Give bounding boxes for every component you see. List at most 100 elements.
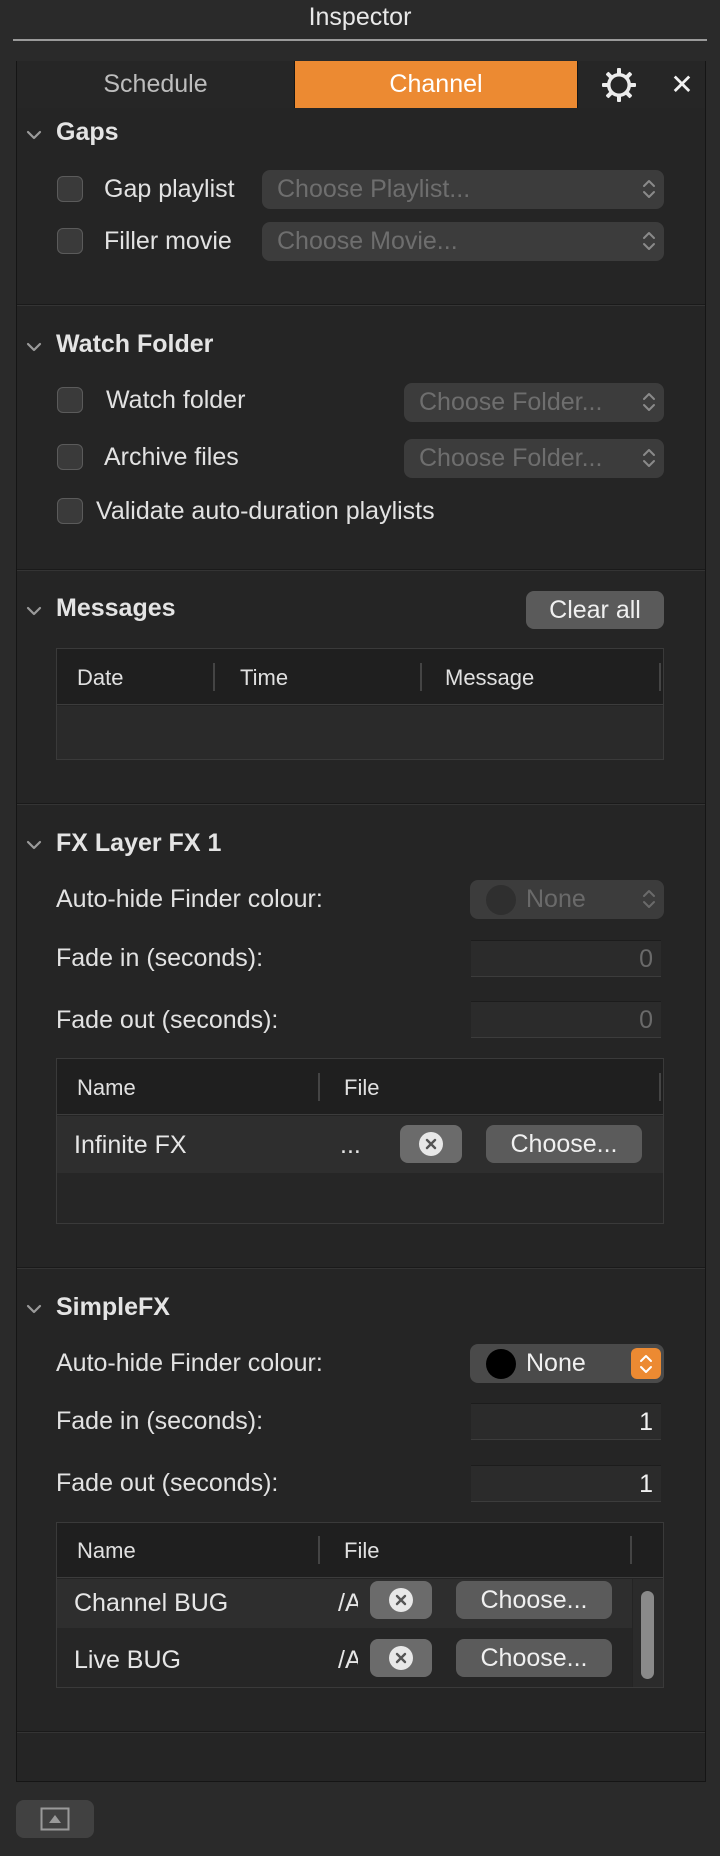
up-down-arrows-icon	[643, 449, 655, 467]
fx1-autohide-select[interactable]: None	[470, 880, 664, 919]
simplefx-row-name: Channel BUG	[74, 1589, 229, 1617]
clear-all-button[interactable]: Clear all	[526, 591, 664, 629]
settings-button[interactable]	[577, 61, 659, 108]
validate-playlists-checkbox[interactable]	[57, 498, 83, 524]
simplefx-fade-out-label: Fade out (seconds):	[56, 1469, 279, 1497]
up-down-arrows-icon	[640, 1355, 652, 1373]
tab-channel[interactable]: Channel	[295, 61, 577, 108]
chevron-down-icon[interactable]	[24, 125, 44, 145]
section-divider	[17, 1267, 705, 1269]
eject-icon	[40, 1807, 70, 1831]
gap-playlist-checkbox[interactable]	[57, 176, 83, 202]
fx1-autohide-label: Auto-hide Finder colour:	[56, 885, 323, 913]
color-swatch	[486, 1349, 516, 1379]
chevron-down-icon[interactable]	[24, 601, 44, 621]
watch-folder-label: Watch folder	[106, 386, 246, 414]
filler-movie-checkbox[interactable]	[57, 228, 83, 254]
scrollbar-thumb[interactable]	[641, 1591, 654, 1679]
section-title-gaps: Gaps	[56, 118, 119, 146]
simplefx-autohide-label: Auto-hide Finder colour:	[56, 1349, 323, 1377]
filler-movie-select[interactable]: Choose Movie...	[262, 222, 664, 261]
tab-schedule[interactable]: Schedule	[17, 61, 295, 108]
fx1-row-file: ...	[340, 1131, 361, 1159]
simplefx-autohide-value: None	[526, 1349, 586, 1377]
window-title: Inspector	[308, 3, 412, 31]
up-down-arrows-icon	[643, 232, 655, 250]
column-header-name[interactable]: Name	[77, 1538, 136, 1564]
simplefx-row-file: /A	[338, 1646, 358, 1674]
archive-folder-select[interactable]: Choose Folder...	[404, 439, 664, 478]
column-divider	[420, 663, 422, 691]
section-divider	[17, 803, 705, 805]
fx1-fade-in-field[interactable]: 0	[471, 940, 661, 977]
choose-file-button[interactable]: Choose...	[486, 1125, 642, 1163]
clear-icon	[389, 1588, 413, 1612]
section-divider	[17, 1731, 705, 1733]
fx1-row-name: Infinite FX	[74, 1131, 187, 1159]
clear-icon	[419, 1132, 443, 1156]
column-divider	[213, 663, 215, 691]
simplefx-fade-out-field[interactable]: 1	[471, 1465, 661, 1502]
fx1-autohide-value: None	[526, 885, 586, 913]
close-button[interactable]: ✕	[659, 61, 705, 108]
title-divider	[13, 39, 707, 41]
section-title-messages: Messages	[56, 594, 176, 622]
column-header-file[interactable]: File	[344, 1538, 379, 1564]
simplefx-fade-in-field[interactable]: 1	[471, 1403, 661, 1440]
section-divider	[17, 569, 705, 571]
column-divider	[630, 1536, 632, 1564]
filler-movie-label: Filler movie	[104, 227, 232, 255]
fx1-fade-in-label: Fade in (seconds):	[56, 944, 264, 972]
choose-file-button[interactable]: Choose...	[456, 1639, 612, 1677]
gear-icon	[602, 68, 636, 102]
up-down-arrows-icon	[643, 180, 655, 198]
chevron-down-icon[interactable]	[24, 835, 44, 855]
gap-playlist-select-value: Choose Playlist...	[277, 175, 471, 203]
section-title-watch-folder: Watch Folder	[56, 330, 214, 358]
gap-playlist-select[interactable]: Choose Playlist...	[262, 170, 664, 209]
clear-file-button[interactable]	[370, 1581, 432, 1619]
clear-file-button[interactable]	[400, 1125, 462, 1163]
column-divider	[659, 1073, 661, 1101]
fx1-fade-out-field[interactable]: 0	[471, 1001, 661, 1038]
messages-table-header	[57, 649, 663, 705]
simplefx-row-file: /A	[338, 1589, 358, 1617]
toggle-panel-button[interactable]	[16, 1800, 94, 1838]
column-divider	[659, 663, 661, 691]
chevron-down-icon[interactable]	[24, 337, 44, 357]
column-divider	[318, 1536, 320, 1564]
column-header-message[interactable]: Message	[445, 665, 534, 691]
column-divider	[318, 1073, 320, 1101]
watch-folder-select[interactable]: Choose Folder...	[404, 383, 664, 422]
gap-playlist-label: Gap playlist	[104, 175, 235, 203]
simplefx-fade-in-label: Fade in (seconds):	[56, 1407, 264, 1435]
clear-icon	[389, 1646, 413, 1670]
filler-movie-select-value: Choose Movie...	[277, 227, 458, 255]
choose-file-button[interactable]: Choose...	[456, 1581, 612, 1619]
archive-files-label: Archive files	[104, 443, 239, 471]
clear-file-button[interactable]	[370, 1639, 432, 1677]
watch-folder-checkbox[interactable]	[57, 387, 83, 413]
up-down-arrows-icon	[643, 393, 655, 411]
close-icon: ✕	[670, 69, 694, 100]
section-title-fx-layer: FX Layer FX 1	[56, 829, 222, 857]
fx1-fade-out-label: Fade out (seconds):	[56, 1006, 279, 1034]
validate-playlists-label: Validate auto-duration playlists	[96, 497, 435, 525]
up-down-arrows-icon	[643, 890, 655, 908]
archive-files-checkbox[interactable]	[57, 444, 83, 470]
popup-stepper	[631, 1348, 661, 1379]
section-title-simplefx: SimpleFX	[56, 1293, 170, 1321]
messages-empty-row	[57, 706, 663, 759]
column-header-name[interactable]: Name	[77, 1075, 136, 1101]
column-header-time[interactable]: Time	[240, 665, 288, 691]
section-divider	[17, 304, 705, 306]
column-header-date[interactable]: Date	[77, 665, 123, 691]
watch-folder-select-value: Choose Folder...	[419, 388, 603, 416]
column-header-file[interactable]: File	[344, 1075, 379, 1101]
simplefx-row-name: Live BUG	[74, 1646, 181, 1674]
color-swatch	[486, 885, 516, 915]
archive-folder-select-value: Choose Folder...	[419, 444, 603, 472]
chevron-down-icon[interactable]	[24, 1299, 44, 1319]
simplefx-autohide-select[interactable]: None	[470, 1344, 664, 1383]
table-empty-row	[57, 1173, 663, 1223]
